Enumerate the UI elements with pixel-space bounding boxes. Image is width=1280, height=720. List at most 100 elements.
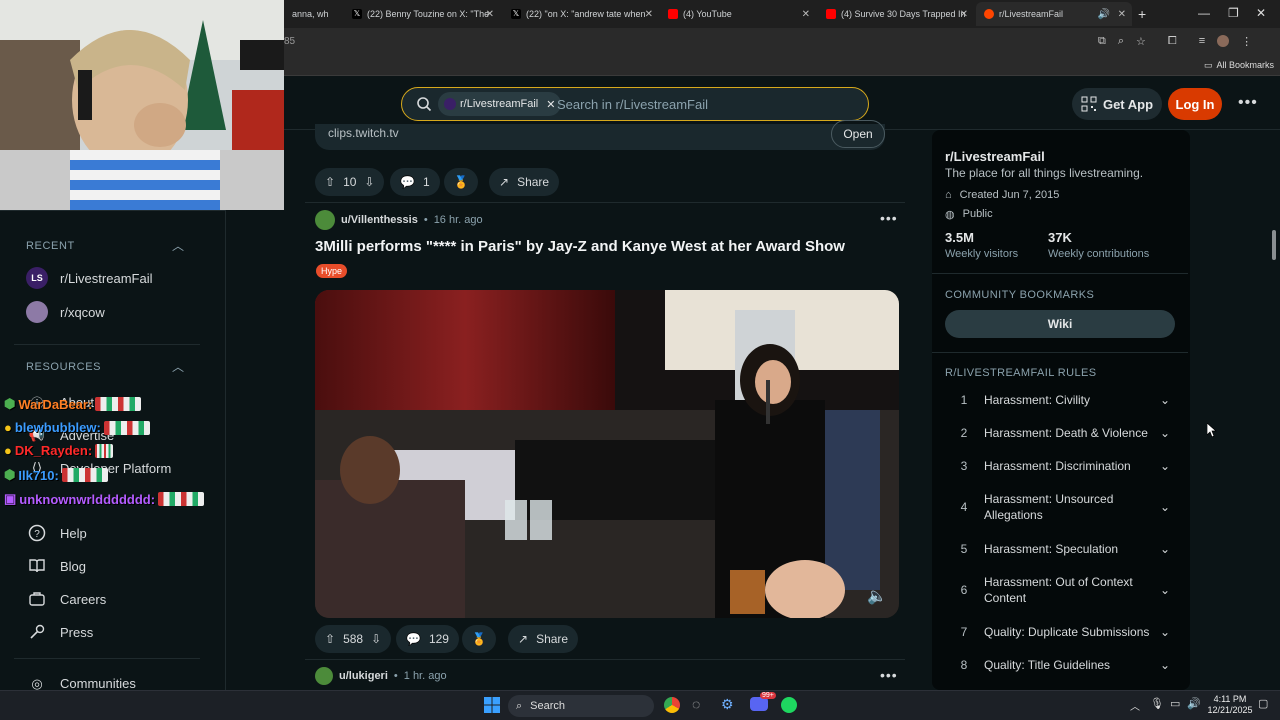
collapse-icon[interactable]: ︿ bbox=[172, 237, 184, 254]
rule-item[interactable]: 3 Harassment: Discrimination ⌄ bbox=[944, 458, 1180, 474]
browser-tab[interactable]: (4) Survive 30 Days Trapped In ✕ bbox=[818, 2, 974, 26]
rule-item[interactable]: 4 Harassment: Unsourced Allegations ⌄ bbox=[944, 491, 1180, 523]
upvote-icon[interactable]: ⇧ bbox=[325, 175, 335, 189]
menu-kebab-icon[interactable]: ⋮ bbox=[1241, 35, 1252, 48]
sidebar-item-press[interactable]: Press bbox=[26, 621, 93, 643]
wiki-button[interactable]: Wiki bbox=[945, 310, 1175, 338]
rule-item[interactable]: 7 Quality: Duplicate Submissions ⌄ bbox=[944, 624, 1180, 640]
search-input[interactable]: Search in r/LivestreamFail bbox=[557, 97, 708, 112]
url-fragment[interactable]: 85 bbox=[284, 36, 295, 47]
share-button[interactable]: ↗ Share bbox=[489, 168, 560, 196]
rule-item[interactable]: 5 Harassment: Speculation ⌄ bbox=[944, 541, 1180, 557]
reddit-icon bbox=[984, 9, 994, 19]
taskbar-search[interactable]: ⌕ Search bbox=[508, 695, 654, 717]
user-avatar[interactable] bbox=[315, 210, 335, 230]
close-tab-icon[interactable]: ✕ bbox=[645, 9, 653, 20]
stat-label: Weekly visitors bbox=[945, 248, 1019, 260]
folder-icon: ▭ bbox=[1204, 60, 1213, 70]
post-author[interactable]: u/lukigeri bbox=[339, 670, 388, 682]
community-avatar bbox=[26, 301, 48, 323]
chrome-icon[interactable] bbox=[664, 697, 680, 713]
sidebar-item-livestreamfail[interactable]: LS r/LivestreamFail bbox=[26, 267, 152, 289]
close-tab-icon[interactable]: ✕ bbox=[802, 9, 810, 20]
vote-count: 588 bbox=[343, 632, 364, 646]
clock[interactable]: 4:11 PM 12/21/2025 bbox=[1206, 694, 1254, 716]
comments-button[interactable]: 💬 1 bbox=[390, 168, 440, 196]
award-icon: 🏅 bbox=[453, 175, 469, 189]
zoom-icon[interactable]: ⌕ bbox=[1118, 35, 1124, 48]
browser-tab[interactable]: 𝕏 (22) "on X: "andrew tate when ✕ bbox=[503, 2, 659, 26]
volume-icon[interactable]: 🔊 bbox=[1187, 697, 1201, 710]
award-button[interactable]: 🏅 bbox=[444, 168, 478, 196]
windows-start-icon[interactable] bbox=[484, 697, 500, 713]
share-button[interactable]: ↗ Share bbox=[508, 625, 579, 653]
rule-item[interactable]: 6 Harassment: Out of Context Content ⌄ bbox=[944, 574, 1180, 606]
post-video[interactable]: 🔈 bbox=[315, 290, 899, 618]
post-time: 16 hr. ago bbox=[433, 214, 483, 226]
post-overflow-icon[interactable]: ••• bbox=[880, 667, 898, 683]
more-options-icon[interactable]: ••• bbox=[1238, 94, 1258, 112]
downvote-icon[interactable]: ⇩ bbox=[371, 632, 381, 646]
star-icon[interactable]: ☆ bbox=[1136, 35, 1146, 48]
close-tab-icon[interactable]: ✕ bbox=[1118, 9, 1126, 20]
browser-tab[interactable]: (4) YouTube ✕ bbox=[660, 2, 816, 26]
collapse-icon[interactable]: ︿ bbox=[172, 358, 184, 375]
media-icon[interactable]: ≡ bbox=[1199, 35, 1205, 48]
search-community-chip[interactable]: r/LivestreamFail ✕ bbox=[438, 92, 562, 116]
rule-item[interactable]: 8 Quality: Title Guidelines ⌄ bbox=[944, 657, 1180, 673]
all-bookmarks[interactable]: ▭ All Bookmarks bbox=[1204, 60, 1274, 71]
downvote-icon[interactable]: ⇩ bbox=[364, 175, 374, 189]
post-title[interactable]: 3Milli performs "**** in Paris" by Jay-Z… bbox=[315, 238, 895, 255]
tab-title: r/LivestreamFail bbox=[999, 9, 1064, 19]
new-tab-button[interactable]: + bbox=[1138, 6, 1146, 22]
x-icon: 𝕏 bbox=[352, 9, 362, 19]
sidebar-item-communities[interactable]: ◎ Communities bbox=[26, 677, 136, 690]
mute-toggle-icon[interactable]: 🔈 bbox=[867, 586, 887, 606]
login-button[interactable]: Log In bbox=[1168, 88, 1222, 120]
rule-item[interactable]: 1 Harassment: Civility ⌄ bbox=[944, 392, 1180, 408]
browser-tab[interactable]: anna, wh bbox=[284, 2, 344, 26]
user-avatar[interactable] bbox=[315, 667, 333, 685]
scrollbar-thumb[interactable] bbox=[1272, 230, 1276, 260]
speaker-icon[interactable]: 🔊 bbox=[1098, 9, 1110, 20]
steam-icon[interactable]: ⚙ bbox=[721, 696, 734, 713]
close-window-button[interactable]: ✕ bbox=[1256, 6, 1266, 20]
comments-button[interactable]: 💬 129 bbox=[396, 625, 459, 653]
close-tab-icon[interactable]: ✕ bbox=[486, 9, 494, 20]
sidebar-item-blog[interactable]: Blog bbox=[26, 555, 86, 577]
tray-overflow-icon[interactable]: ︿ bbox=[1130, 698, 1140, 713]
badge-icon: ⬢ bbox=[4, 396, 16, 411]
discord-icon[interactable] bbox=[750, 697, 768, 711]
award-button[interactable]: 🏅 bbox=[462, 625, 496, 653]
rule-item[interactable]: 2 Harassment: Death & Violence ⌄ bbox=[944, 425, 1180, 441]
notifications-icon[interactable]: ▢ bbox=[1258, 697, 1268, 710]
post-flair[interactable]: Hype bbox=[316, 264, 348, 278]
upvote-icon[interactable]: ⇧ bbox=[325, 632, 335, 646]
mic-icon[interactable]: 🎙 bbox=[1150, 697, 1164, 710]
network-icon[interactable]: ▭ bbox=[1170, 697, 1180, 710]
spotify-icon[interactable] bbox=[781, 697, 797, 713]
sidebar-item-xqcow[interactable]: r/xqcow bbox=[26, 301, 105, 323]
extensions-icon[interactable]: ⧠ bbox=[1168, 35, 1177, 48]
sidebar-item-careers[interactable]: Careers bbox=[26, 588, 106, 610]
close-tab-icon[interactable]: ✕ bbox=[960, 9, 968, 20]
mouse-cursor-icon bbox=[1207, 423, 1217, 437]
youtube-icon bbox=[668, 9, 678, 19]
browser-tab[interactable]: 𝕏 (22) Benny Touzine on X: "The ✕ bbox=[344, 2, 500, 26]
page-scrollbar[interactable] bbox=[1270, 80, 1278, 690]
sidebar-item-help[interactable]: ? Help bbox=[26, 522, 87, 544]
app-icon[interactable]: ◌ bbox=[692, 696, 700, 712]
prev-post-link-card[interactable]: clips.twitch.tv Open bbox=[315, 120, 885, 150]
get-app-button[interactable]: Get App bbox=[1072, 88, 1162, 120]
chip-close-icon[interactable]: ✕ bbox=[546, 98, 555, 111]
post-author[interactable]: u/Villenthessis bbox=[341, 214, 418, 226]
minimize-button[interactable]: — bbox=[1198, 6, 1210, 20]
post-meta: u/lukigeri • 1 hr. ago bbox=[315, 667, 447, 685]
open-link-button[interactable]: Open bbox=[831, 120, 885, 148]
post-overflow-icon[interactable]: ••• bbox=[880, 210, 898, 226]
restore-button[interactable]: ❐ bbox=[1228, 6, 1239, 20]
browser-tab-active[interactable]: r/LivestreamFail 🔊 ✕ bbox=[976, 2, 1132, 26]
search-bar[interactable]: r/LivestreamFail ✕ Search in r/Livestrea… bbox=[401, 87, 869, 121]
profile-icon[interactable] bbox=[1217, 35, 1230, 47]
install-icon[interactable]: ⧉ bbox=[1098, 35, 1106, 48]
